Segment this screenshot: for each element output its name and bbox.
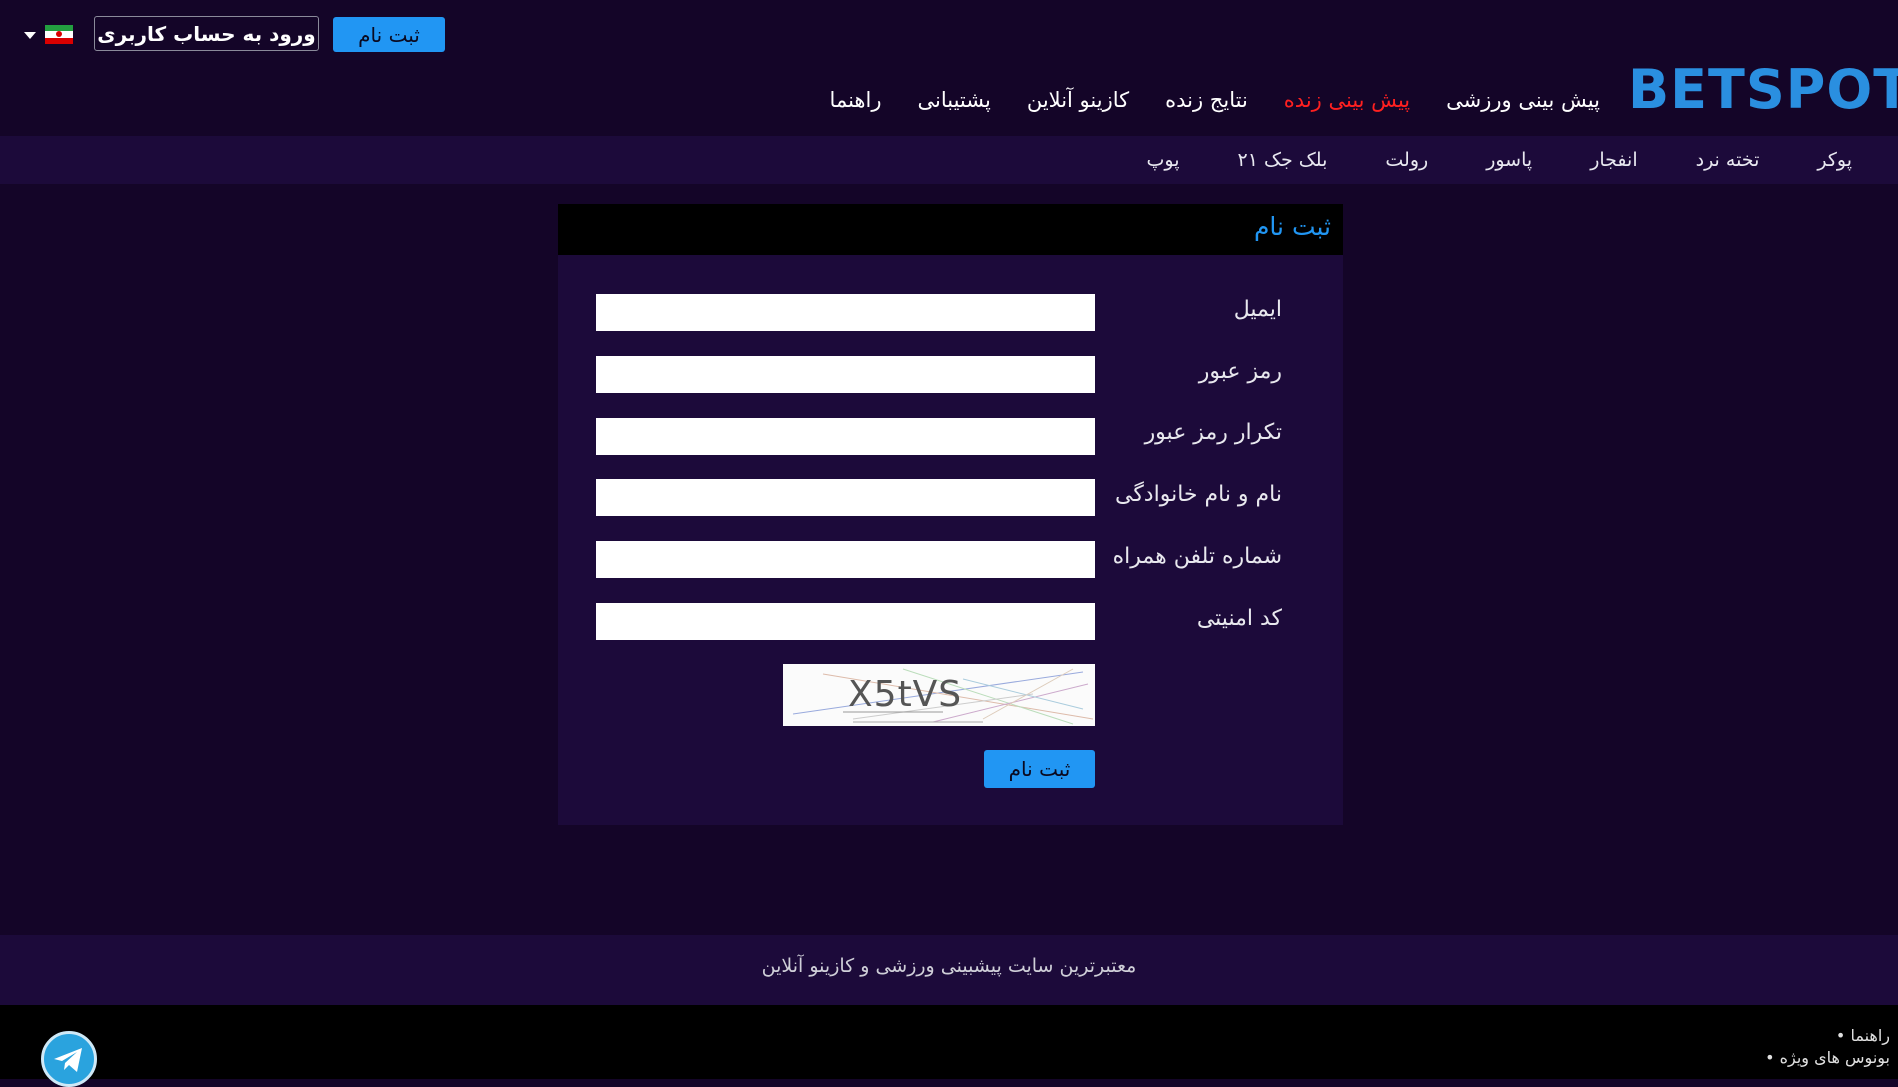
login-button[interactable]: ورود به حساب کاربری <box>94 16 319 51</box>
betspot-logo[interactable]: BETSPOT <box>1628 58 1898 122</box>
footer-band: معتبرترین سایت پیشبینی ورزشی و کازینو آن… <box>0 935 1898 1005</box>
subnav-item-roulette[interactable]: رولت <box>1385 149 1428 171</box>
footer-link-bonuses[interactable]: • بونوس های ویژه <box>1765 1047 1890 1069</box>
password-field[interactable] <box>596 356 1095 393</box>
subnav-item-blackjack[interactable]: بلک جک ۲۱ <box>1238 149 1328 171</box>
security-code-label: کد امنیتی <box>1196 606 1282 631</box>
page-title: ثبت نام <box>1253 212 1331 241</box>
captcha-text: X5tVS <box>848 674 963 715</box>
footer-bottom: • راهنما • بونوس های ویژه <box>0 1005 1898 1087</box>
subnav-item-pasur[interactable]: پاسور <box>1486 149 1532 171</box>
subnav-item-poker[interactable]: پوکر <box>1817 149 1852 171</box>
subnav-item-crash[interactable]: انفجار <box>1590 149 1637 171</box>
games-subnav: پوکر تخته نرد انفجار پاسور رولت بلک جک ۲… <box>0 136 1898 184</box>
register-button[interactable]: ثبت نام <box>333 17 445 52</box>
nav-item-sports-betting[interactable]: پیش بینی ورزشی <box>1446 88 1600 112</box>
chevron-down-icon[interactable] <box>24 32 36 39</box>
full-name-field[interactable] <box>596 479 1095 516</box>
full-name-label: نام و نام خانوادگی <box>1114 482 1282 507</box>
main-nav: پیش بینی ورزشی پیش بینی زنده نتایج زنده … <box>830 80 1600 120</box>
nav-item-live-betting[interactable]: پیش بینی زنده <box>1284 88 1410 112</box>
email-field[interactable] <box>596 294 1095 331</box>
confirm-password-label: تکرار رمز عبور <box>1144 420 1282 445</box>
panel-header: ثبت نام <box>558 204 1343 255</box>
submit-register-button[interactable]: ثبت نام <box>984 750 1095 788</box>
nav-item-help[interactable]: راهنما <box>830 88 882 112</box>
mobile-label: شماره تلفن همراه <box>1112 544 1282 569</box>
register-form-panel: ثبت نام ایمیل رمز عبور تکرار رمز عبور نا… <box>558 204 1343 825</box>
email-label: ایمیل <box>1233 297 1282 322</box>
iran-flag-icon[interactable] <box>45 25 73 44</box>
captcha-image: X5tVS <box>783 664 1095 726</box>
mobile-field[interactable] <box>596 541 1095 578</box>
nav-item-online-casino[interactable]: کازینو آنلاین <box>1027 88 1129 112</box>
password-label: رمز عبور <box>1198 359 1282 384</box>
footer-tagline: معتبرترین سایت پیشبینی ورزشی و کازینو آن… <box>761 955 1137 977</box>
nav-item-live-results[interactable]: نتایج زنده <box>1165 88 1248 112</box>
top-utility-bar: ورود به حساب کاربری ثبت نام <box>0 0 1898 68</box>
subnav-item-pop[interactable]: پوپ <box>1147 149 1180 171</box>
subnav-item-backgammon[interactable]: تخته نرد <box>1696 149 1760 171</box>
footer-link-help[interactable]: • راهنما <box>1765 1025 1890 1047</box>
confirm-password-field[interactable] <box>596 418 1095 455</box>
nav-item-support[interactable]: پشتیبانی <box>917 88 990 112</box>
security-code-field[interactable] <box>596 603 1095 640</box>
footer-links: • راهنما • بونوس های ویژه <box>1765 1025 1890 1069</box>
